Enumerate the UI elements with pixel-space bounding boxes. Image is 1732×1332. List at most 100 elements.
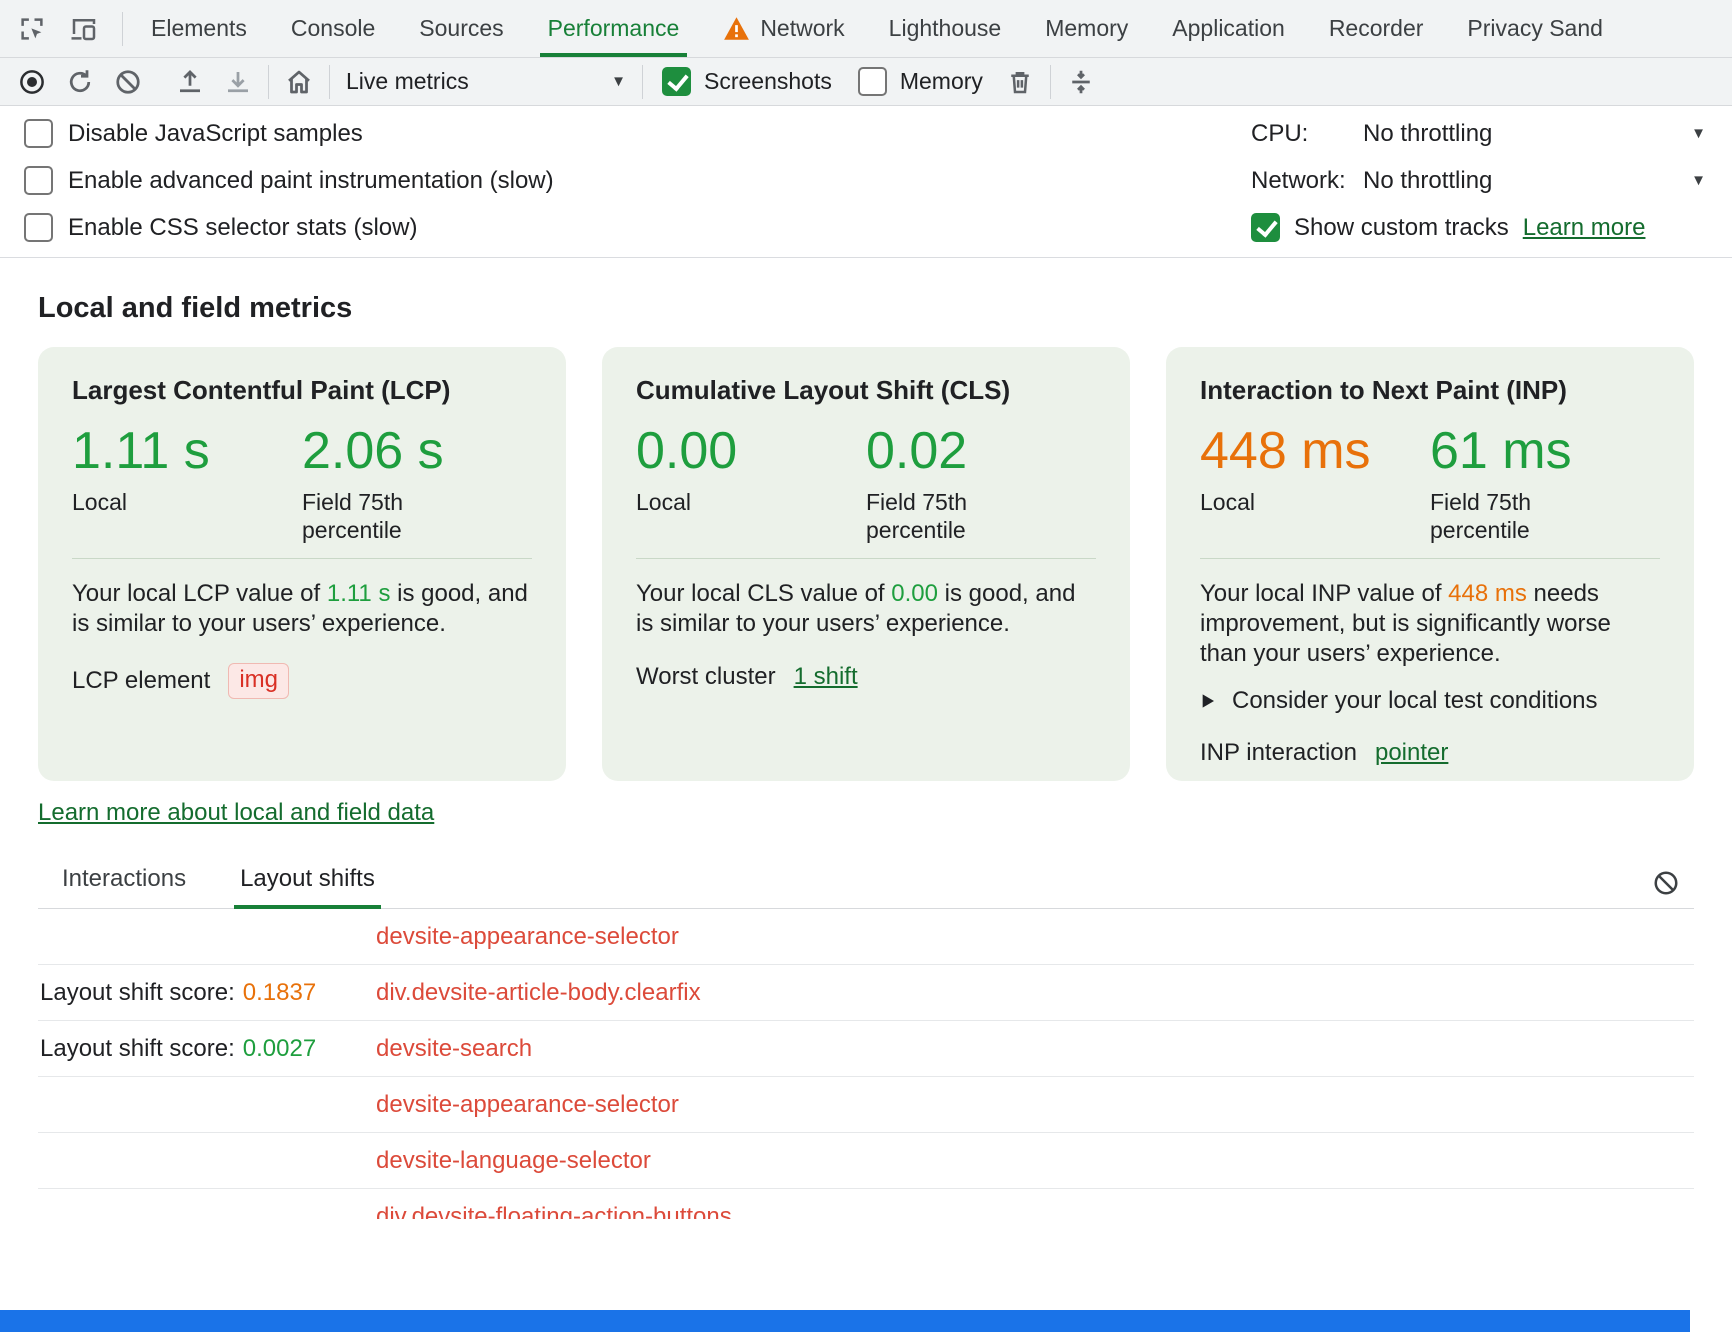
layout-shift-row[interactable]: devsite-appearance-selector xyxy=(38,1077,1694,1133)
local-label: Local xyxy=(72,488,217,516)
lcp-description: Your local LCP value of 1.11 s is good, … xyxy=(72,579,532,639)
inp-card-title: Interaction to Next Paint (INP) xyxy=(1200,375,1660,406)
device-toolbar-icon xyxy=(69,14,99,44)
tab-memory[interactable]: Memory xyxy=(1023,0,1150,57)
load-profile-button[interactable] xyxy=(166,61,214,103)
lcp-card-title: Largest Contentful Paint (LCP) xyxy=(72,375,532,406)
local-label: Local xyxy=(636,488,781,516)
divider xyxy=(329,65,330,99)
record-button[interactable] xyxy=(8,61,56,103)
custom-tracks-checkbox[interactable] xyxy=(1251,213,1280,242)
tab-label: Recorder xyxy=(1329,15,1424,42)
tab-console[interactable]: Console xyxy=(269,0,397,57)
device-toolbar-button[interactable] xyxy=(60,6,108,52)
description-text: Your local LCP value of xyxy=(72,580,327,607)
tab-network[interactable]: Network xyxy=(701,0,866,57)
inp-card: Interaction to Next Paint (INP) 448 ms L… xyxy=(1166,347,1694,781)
disable-js-samples-row[interactable]: Disable JavaScript samples xyxy=(16,110,554,157)
score-label: Layout shift score: xyxy=(40,1035,235,1062)
worst-cluster-link[interactable]: 1 shift xyxy=(794,663,858,691)
chevron-down-icon: ▼ xyxy=(1691,126,1706,141)
tab-performance[interactable]: Performance xyxy=(526,0,702,57)
field-label: Field 75th percentile xyxy=(302,488,447,544)
tab-application[interactable]: Application xyxy=(1150,0,1307,57)
cls-card: Cumulative Layout Shift (CLS) 0.00 Local… xyxy=(602,347,1130,781)
local-test-conditions-disclosure[interactable]: Consider your local test conditions xyxy=(1200,687,1660,715)
collect-garbage-button[interactable] xyxy=(996,61,1044,103)
collapse-panel-button[interactable] xyxy=(1057,61,1105,103)
score-value: 0.1837 xyxy=(243,979,316,1006)
css-selector-stats-checkbox[interactable] xyxy=(24,213,53,242)
inspect-element-button[interactable] xyxy=(8,6,56,52)
lcp-element-node-link[interactable]: img xyxy=(228,663,289,699)
cls-field-value: 0.02 xyxy=(866,422,1096,480)
reload-and-record-button[interactable] xyxy=(56,61,104,103)
divider xyxy=(1050,65,1051,99)
layout-shift-row[interactable]: Layout shift score:0.1837 div.devsite-ar… xyxy=(38,965,1694,1021)
description-metric-value: 0.00 xyxy=(891,580,938,607)
node-link[interactable]: div.devsite-article-body.clearfix xyxy=(376,979,701,1007)
description-text: Your local CLS value of xyxy=(636,580,891,607)
tab-label: Performance xyxy=(548,15,680,42)
inp-interaction-link[interactable]: pointer xyxy=(1375,739,1448,767)
divider xyxy=(1200,558,1660,559)
node-link[interactable]: devsite-language-selector xyxy=(376,1147,651,1175)
tab-interactions[interactable]: Interactions xyxy=(56,865,192,908)
layout-shift-row[interactable]: devsite-language-selector xyxy=(38,1133,1694,1189)
panel-mode-select[interactable]: Live metrics ▼ xyxy=(336,68,636,95)
tab-privacy-sandbox[interactable]: Privacy Sand xyxy=(1445,0,1625,57)
tab-label: Privacy Sand xyxy=(1467,15,1603,42)
record-icon xyxy=(17,67,47,97)
cpu-throttling-row: CPU: No throttling ▼ xyxy=(1251,110,1706,157)
disable-js-samples-checkbox[interactable] xyxy=(24,119,53,148)
cpu-label: CPU: xyxy=(1251,120,1363,148)
trash-icon xyxy=(1005,67,1035,97)
tab-label: Elements xyxy=(151,15,247,42)
cls-local-value: 0.00 xyxy=(636,422,866,480)
advanced-paint-checkbox[interactable] xyxy=(24,166,53,195)
tab-lighthouse[interactable]: Lighthouse xyxy=(867,0,1024,57)
custom-tracks-learn-more-link[interactable]: Learn more xyxy=(1523,214,1646,242)
screenshots-checkbox-row[interactable]: Screenshots xyxy=(649,67,845,96)
reload-icon xyxy=(65,67,95,97)
network-throttling-row: Network: No throttling ▼ xyxy=(1251,157,1706,204)
cls-card-title: Cumulative Layout Shift (CLS) xyxy=(636,375,1096,406)
home-button[interactable] xyxy=(275,61,323,103)
layout-shift-row[interactable]: Layout shift score:0.0027 devsite-search xyxy=(38,1021,1694,1077)
advanced-paint-row[interactable]: Enable advanced paint instrumentation (s… xyxy=(16,157,554,204)
lcp-element-label: LCP element xyxy=(72,667,210,695)
disclosure-triangle-icon xyxy=(1200,693,1216,709)
tab-label: Lighthouse xyxy=(889,15,1002,42)
layout-shift-row[interactable]: div.devsite-floating-action-buttons xyxy=(38,1189,1694,1219)
tab-elements[interactable]: Elements xyxy=(129,0,269,57)
option-label: Disable JavaScript samples xyxy=(68,120,363,148)
field-data-learn-more-link[interactable]: Learn more about local and field data xyxy=(38,799,434,826)
memory-checkbox-row[interactable]: Memory xyxy=(845,67,996,96)
custom-tracks-label: Show custom tracks xyxy=(1294,214,1509,242)
save-profile-button[interactable] xyxy=(214,61,262,103)
clear-log-button[interactable] xyxy=(1642,860,1690,906)
network-throttling-select[interactable]: No throttling ▼ xyxy=(1363,167,1706,195)
tab-recorder[interactable]: Recorder xyxy=(1307,0,1446,57)
tab-sources[interactable]: Sources xyxy=(397,0,525,57)
tabbar-left-icons xyxy=(0,0,116,57)
memory-checkbox[interactable] xyxy=(858,67,887,96)
option-label: Enable CSS selector stats (slow) xyxy=(68,214,417,242)
description-metric-value: 1.11 s xyxy=(327,580,391,607)
inp-description: Your local INP value of 448 ms needs imp… xyxy=(1200,579,1660,669)
cpu-throttling-select[interactable]: No throttling ▼ xyxy=(1363,120,1706,148)
node-link[interactable]: div.devsite-floating-action-buttons xyxy=(376,1203,732,1220)
css-selector-stats-row[interactable]: Enable CSS selector stats (slow) xyxy=(16,204,554,251)
divider xyxy=(72,558,532,559)
node-link[interactable]: devsite-appearance-selector xyxy=(376,923,679,951)
screenshots-checkbox[interactable] xyxy=(662,67,691,96)
page-title: Local and field metrics xyxy=(38,292,1694,325)
capture-settings-panel: Disable JavaScript samples Enable advanc… xyxy=(0,106,1732,258)
node-link[interactable]: devsite-appearance-selector xyxy=(376,1091,679,1119)
chevron-down-icon: ▼ xyxy=(1691,173,1706,188)
tab-layout-shifts[interactable]: Layout shifts xyxy=(234,865,381,908)
clear-button[interactable] xyxy=(104,61,152,103)
node-link[interactable]: devsite-search xyxy=(376,1035,532,1063)
layout-shift-row[interactable]: devsite-appearance-selector xyxy=(38,909,1694,965)
cpu-throttling-value: No throttling xyxy=(1363,120,1492,148)
